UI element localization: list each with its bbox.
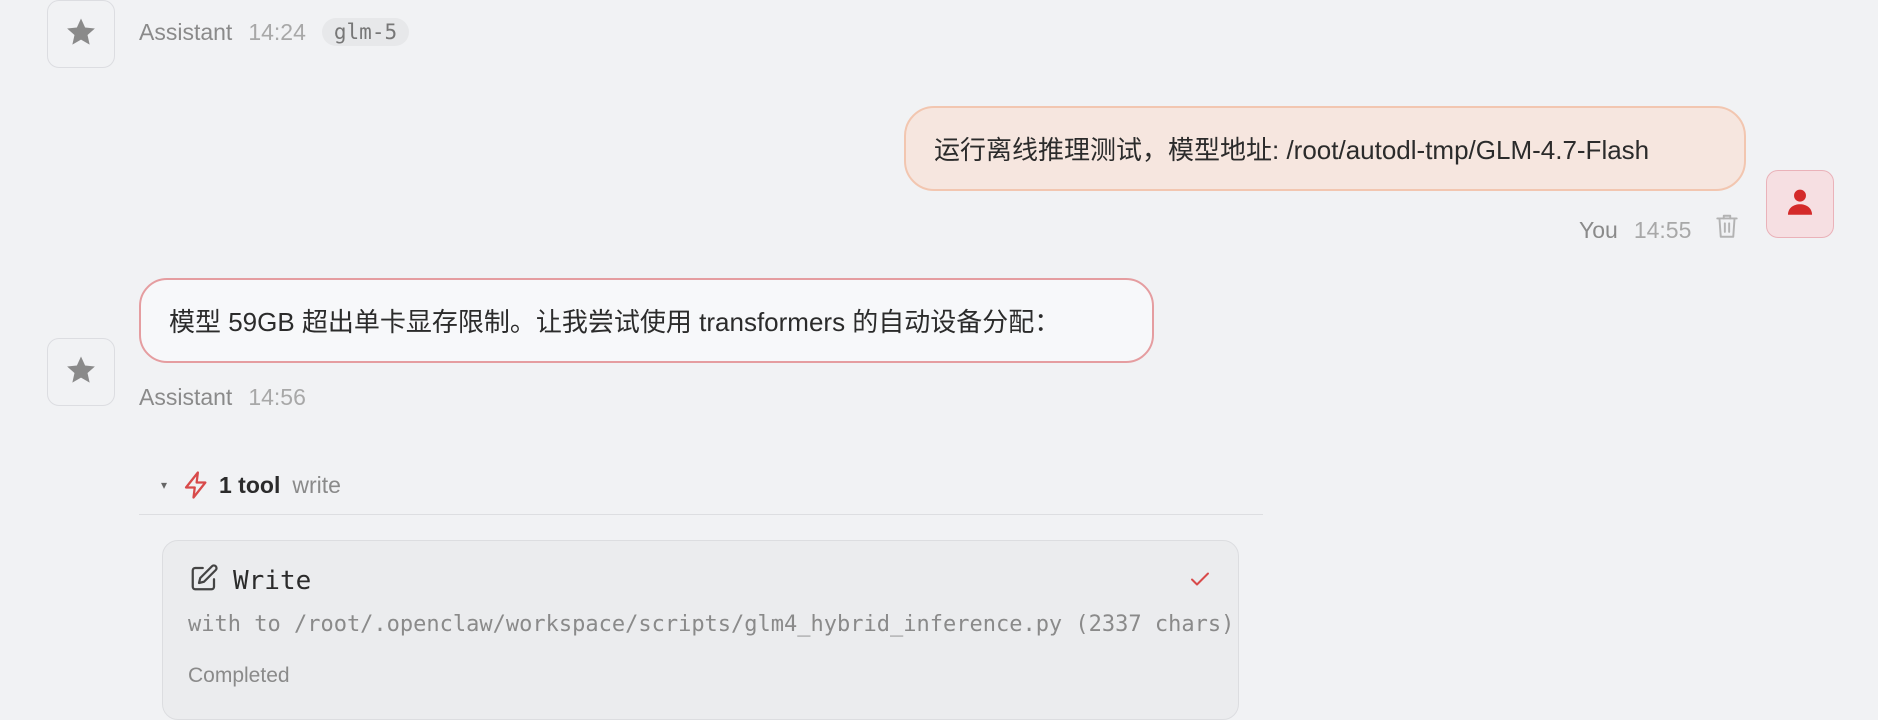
author-name: Assistant (139, 18, 233, 45)
tool-card-title: Write (233, 565, 312, 596)
edit-icon (189, 563, 219, 598)
bolt-icon (181, 470, 211, 500)
assistant-avatar (47, 0, 115, 68)
user-message-text: 运行离线推理测试，模型地址: /root/autodl-tmp/GLM-4.7-… (934, 135, 1650, 165)
tool-card-header: Write (189, 563, 311, 598)
assistant-message-bubble: 模型 59GB 超出单卡显存限制。让我尝试使用 transformers 的自动… (139, 278, 1154, 363)
timestamp: 14:55 (1633, 217, 1692, 243)
message-meta: Assistant 14:24 glm-5 (139, 18, 410, 46)
author-name: You (1579, 217, 1618, 243)
tool-call-card[interactable]: Write with to /root/.openclaw/workspace/… (162, 540, 1239, 720)
tool-name-label: write (292, 471, 341, 498)
timestamp: 14:56 (248, 384, 306, 410)
tool-card-status: Completed (188, 664, 290, 687)
tool-count-label: 1 tool (219, 471, 281, 498)
message-meta: Assistant 14:56 (139, 384, 306, 411)
model-badge: glm-5 (321, 18, 410, 46)
user-icon (1783, 185, 1817, 224)
assistant-message-text: 模型 59GB 超出单卡显存限制。让我尝试使用 transformers 的自动… (169, 307, 1061, 337)
star-icon (64, 353, 98, 392)
tool-summary-toggle[interactable]: ▾ 1 tool write (139, 456, 1263, 515)
user-message-bubble: 运行离线推理测试，模型地址: /root/autodl-tmp/GLM-4.7-… (904, 106, 1746, 191)
check-icon (1188, 567, 1212, 596)
timestamp: 14:24 (248, 18, 306, 45)
author-name: Assistant (139, 384, 233, 410)
user-avatar (1766, 170, 1834, 238)
trash-icon[interactable] (1714, 212, 1740, 245)
user-message-meta: You 14:55 (1579, 217, 1691, 244)
assistant-avatar (47, 338, 115, 406)
tool-card-description: with to /root/.openclaw/workspace/script… (188, 612, 1235, 637)
star-icon (64, 15, 98, 54)
triangle-down-icon[interactable]: ▾ (161, 478, 181, 492)
